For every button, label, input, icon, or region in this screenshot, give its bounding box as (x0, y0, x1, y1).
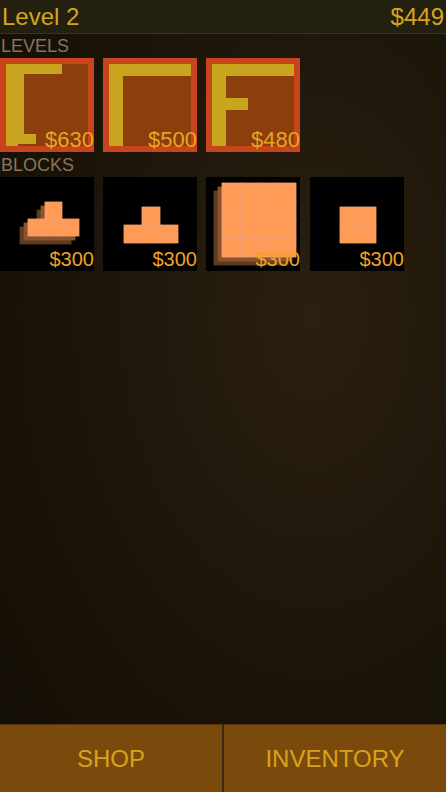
block-card[interactable]: $300 (310, 177, 404, 271)
inventory-button[interactable]: INVENTORY (224, 724, 446, 792)
price: $300 (256, 247, 301, 271)
block-card[interactable]: $300 (0, 177, 94, 271)
level-card[interactable]: $480 (206, 58, 300, 152)
section-label: BLOCKS (0, 154, 446, 176)
level-card[interactable]: $500 (103, 58, 197, 152)
top-bar: Level 2 $449 (0, 0, 446, 34)
price: $480 (251, 128, 300, 152)
price: $500 (148, 128, 197, 152)
block-card[interactable]: $300 (103, 177, 197, 271)
shop-button[interactable]: SHOP (0, 724, 222, 792)
price: $630 (45, 128, 94, 152)
section-label: LEVELS (0, 35, 446, 57)
block-list: $300 $300 $300 $300 (0, 177, 446, 271)
price: $300 (153, 247, 198, 271)
price: $300 (360, 247, 405, 271)
price: $300 (50, 247, 95, 271)
level-card[interactable]: $630 (0, 58, 94, 152)
block-card[interactable]: $300 (206, 177, 300, 271)
money: $449 (391, 3, 444, 31)
level-list: $630 $500 $480 (0, 58, 446, 152)
level-title: Level 2 (2, 3, 79, 31)
bottom-bar: SHOPINVENTORY (0, 724, 446, 792)
